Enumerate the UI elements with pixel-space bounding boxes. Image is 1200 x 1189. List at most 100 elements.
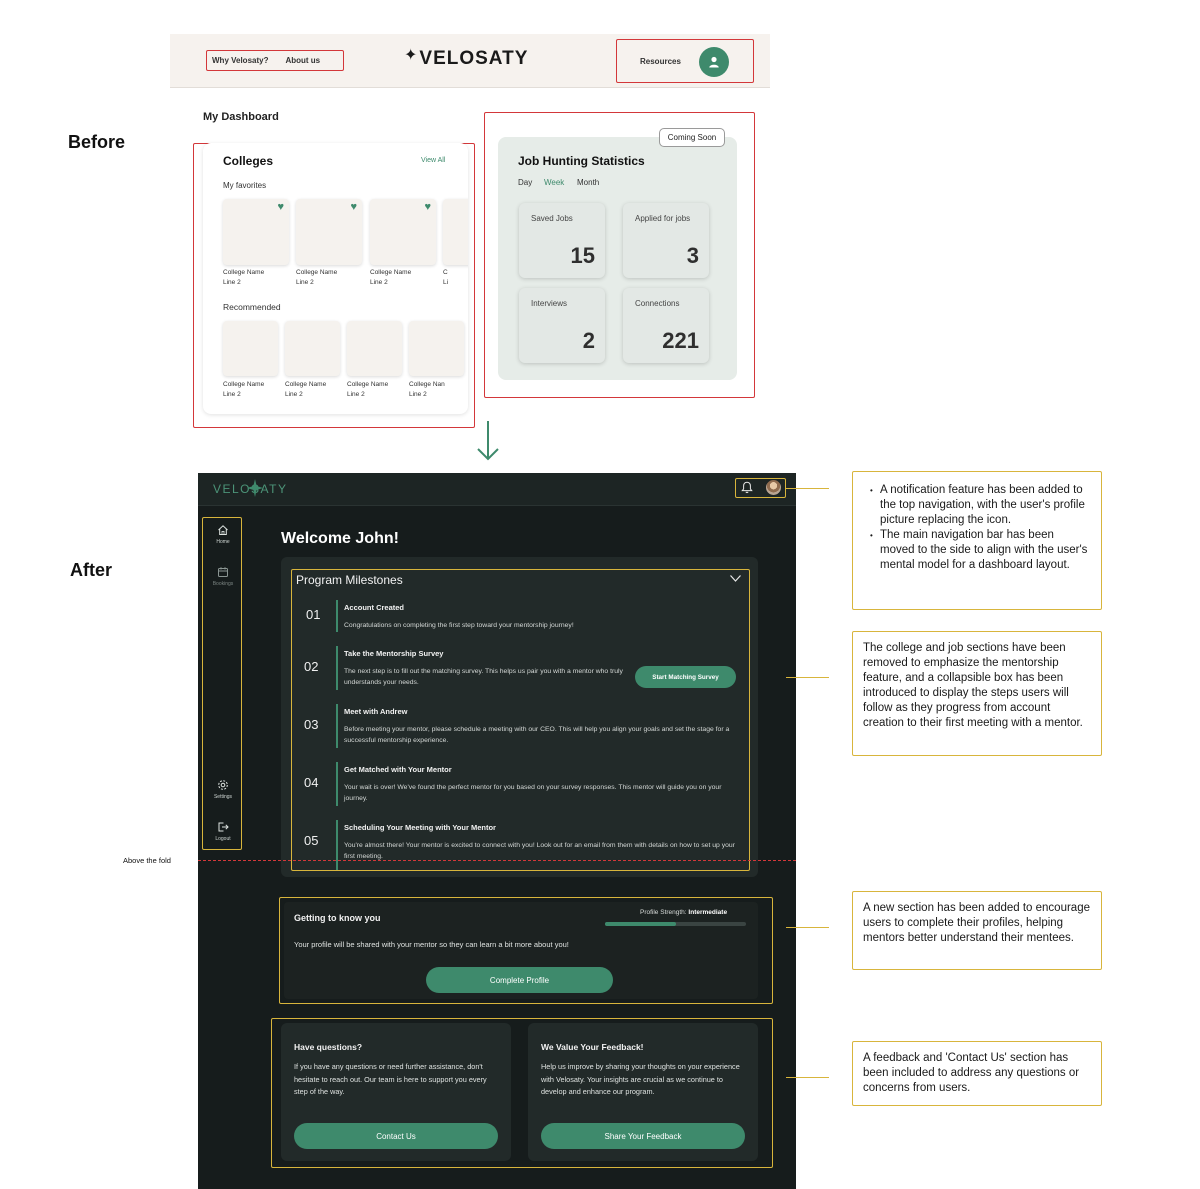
sidebar-item-bookings[interactable]: Bookings (203, 566, 243, 587)
recommended-college-tile[interactable] (223, 321, 278, 376)
step-title: Account Created (344, 603, 405, 612)
step-accent-bar (336, 704, 338, 748)
coming-soon-badge: Coming Soon (659, 128, 725, 147)
annotation-connector (786, 927, 829, 928)
after-label: After (70, 560, 113, 580)
stat-saved-jobs: Saved Jobs 15 (519, 203, 605, 278)
recommended-label: Recommended (223, 302, 281, 312)
annotation-navigation: A notification feature has been added to… (852, 471, 1102, 610)
step-title: Scheduling Your Meeting with Your Mentor (344, 823, 496, 832)
step-number: 04 (304, 775, 319, 790)
annotation-milestones: The college and job sections have been r… (852, 631, 1102, 756)
period-week[interactable]: Week (544, 178, 564, 187)
step-title: Take the Mentorship Survey (344, 649, 444, 658)
milestones-collapsible[interactable]: 01 Account Created Congratulations on co… (291, 569, 750, 871)
user-icon (709, 56, 719, 68)
step-title: Meet with Andrew (344, 707, 408, 716)
gear-icon (218, 780, 228, 790)
stat-interviews: Interviews 2 (519, 288, 605, 363)
start-survey-button[interactable]: Start Matching Survey (635, 666, 736, 688)
questions-description: If you have any questions or need furthe… (294, 1062, 487, 1096)
sidebar-label-bookings: Bookings (212, 581, 234, 587)
feedback-title: We Value Your Feedback! (541, 1042, 644, 1052)
annotation-point: The main navigation bar has been moved t… (863, 528, 1091, 573)
step-description: You're almost there! Your mentor is exci… (344, 842, 735, 860)
nav-link-why[interactable]: Why Velosaty? (212, 56, 268, 65)
logout-icon (218, 822, 229, 832)
annotation-profile: A new section has been added to encourag… (852, 891, 1102, 970)
before-logo[interactable]: ✦VELOSATY (404, 47, 529, 70)
step-description: Before meeting your mentor, please sched… (344, 726, 730, 744)
complete-profile-button[interactable]: Complete Profile (426, 967, 613, 993)
step-accent-bar (336, 820, 338, 870)
college-caption: College Name Line 2 (370, 269, 412, 286)
step-description: Congratulations on completing the first … (344, 622, 574, 629)
step-description: The next step is to fill out the matchin… (344, 668, 623, 686)
profile-picture[interactable] (766, 480, 781, 495)
favorite-college-tile[interactable]: ♥ (296, 199, 362, 265)
sidebar-label-settings: Settings (213, 794, 233, 800)
view-all-link[interactable]: View All (421, 157, 445, 164)
fold-label: Above the fold (123, 856, 171, 865)
period-day[interactable]: Day (518, 178, 532, 187)
colleges-title: Colleges (223, 154, 274, 168)
job-stats-card: Job Hunting Statistics Day Week Month Sa… (498, 137, 737, 380)
stat-connections: Connections 221 (623, 288, 709, 363)
job-stats-title: Job Hunting Statistics (518, 154, 645, 168)
milestones-title: Program Milestones (296, 573, 403, 587)
share-feedback-button[interactable]: Share Your Feedback (541, 1123, 745, 1149)
down-arrow-icon (477, 421, 499, 461)
college-caption: College Nan Line 2 (409, 381, 445, 398)
recommended-college-tile[interactable] (285, 321, 340, 376)
annotation-point: A notification feature has been added to… (863, 483, 1091, 528)
recommended-college-tile[interactable] (347, 321, 402, 376)
profile-strength-label: Profile Strength: Intermediate (640, 909, 728, 916)
favorites-label: My favorites (223, 181, 267, 190)
step-title: Get Matched with Your Mentor (344, 765, 452, 774)
college-caption: College Name Line 2 (285, 381, 327, 398)
college-caption: College Name Line 2 (347, 381, 389, 398)
profile-strength-value: Intermediate (688, 909, 728, 916)
sidebar-label-logout: Logout (215, 836, 231, 842)
before-logo-text: VELOSATY (419, 48, 529, 69)
favorite-college-tile[interactable] (443, 199, 468, 265)
nav-link-about[interactable]: About us (285, 56, 320, 65)
profile-strength-bar (605, 922, 746, 926)
annotation-feedback: A feedback and 'Contact Us' section has … (852, 1041, 1102, 1106)
chevron-down-icon[interactable] (729, 574, 742, 583)
questions-title: Have questions? (294, 1042, 363, 1052)
favorite-college-tile[interactable]: ♥ (223, 199, 289, 265)
heart-icon[interactable]: ♥ (350, 202, 357, 213)
sidebar-item-settings[interactable]: Settings (203, 779, 243, 800)
recommended-college-tile[interactable] (409, 321, 464, 376)
step-number: 03 (304, 717, 319, 732)
sidebar-item-logout[interactable]: Logout (203, 821, 243, 842)
step-accent-bar (336, 646, 338, 690)
step-accent-bar (336, 600, 338, 632)
annotation-connector (786, 1077, 829, 1078)
after-top-nav (198, 473, 796, 506)
feedback-card: We Value Your Feedback! Help us improve … (528, 1023, 758, 1161)
annotation-connector (786, 488, 829, 489)
sidebar-item-home[interactable]: Home (203, 524, 243, 545)
period-month[interactable]: Month (577, 178, 599, 187)
sidebar: Home Bookings Settings Logout (202, 517, 242, 850)
bell-icon[interactable] (741, 481, 753, 494)
annotation-connector (786, 677, 829, 678)
step-number: 05 (304, 833, 319, 848)
fold-line (198, 860, 796, 861)
calendar-icon (218, 567, 228, 577)
college-caption: College Name Line 2 (223, 381, 265, 398)
avatar[interactable] (699, 47, 729, 77)
home-icon (218, 525, 228, 535)
contact-us-button[interactable]: Contact Us (294, 1123, 498, 1149)
nav-link-resources[interactable]: Resources (640, 57, 681, 66)
heart-icon[interactable]: ♥ (277, 202, 284, 213)
questions-card: Have questions? If you have any question… (281, 1023, 511, 1161)
favorite-college-tile[interactable]: ♥ (370, 199, 436, 265)
dashboard-title: My Dashboard (203, 111, 279, 123)
profile-strength-fill (605, 922, 676, 926)
step-number: 02 (304, 659, 319, 674)
step-number: 01 (306, 607, 321, 622)
heart-icon[interactable]: ♥ (424, 202, 431, 213)
